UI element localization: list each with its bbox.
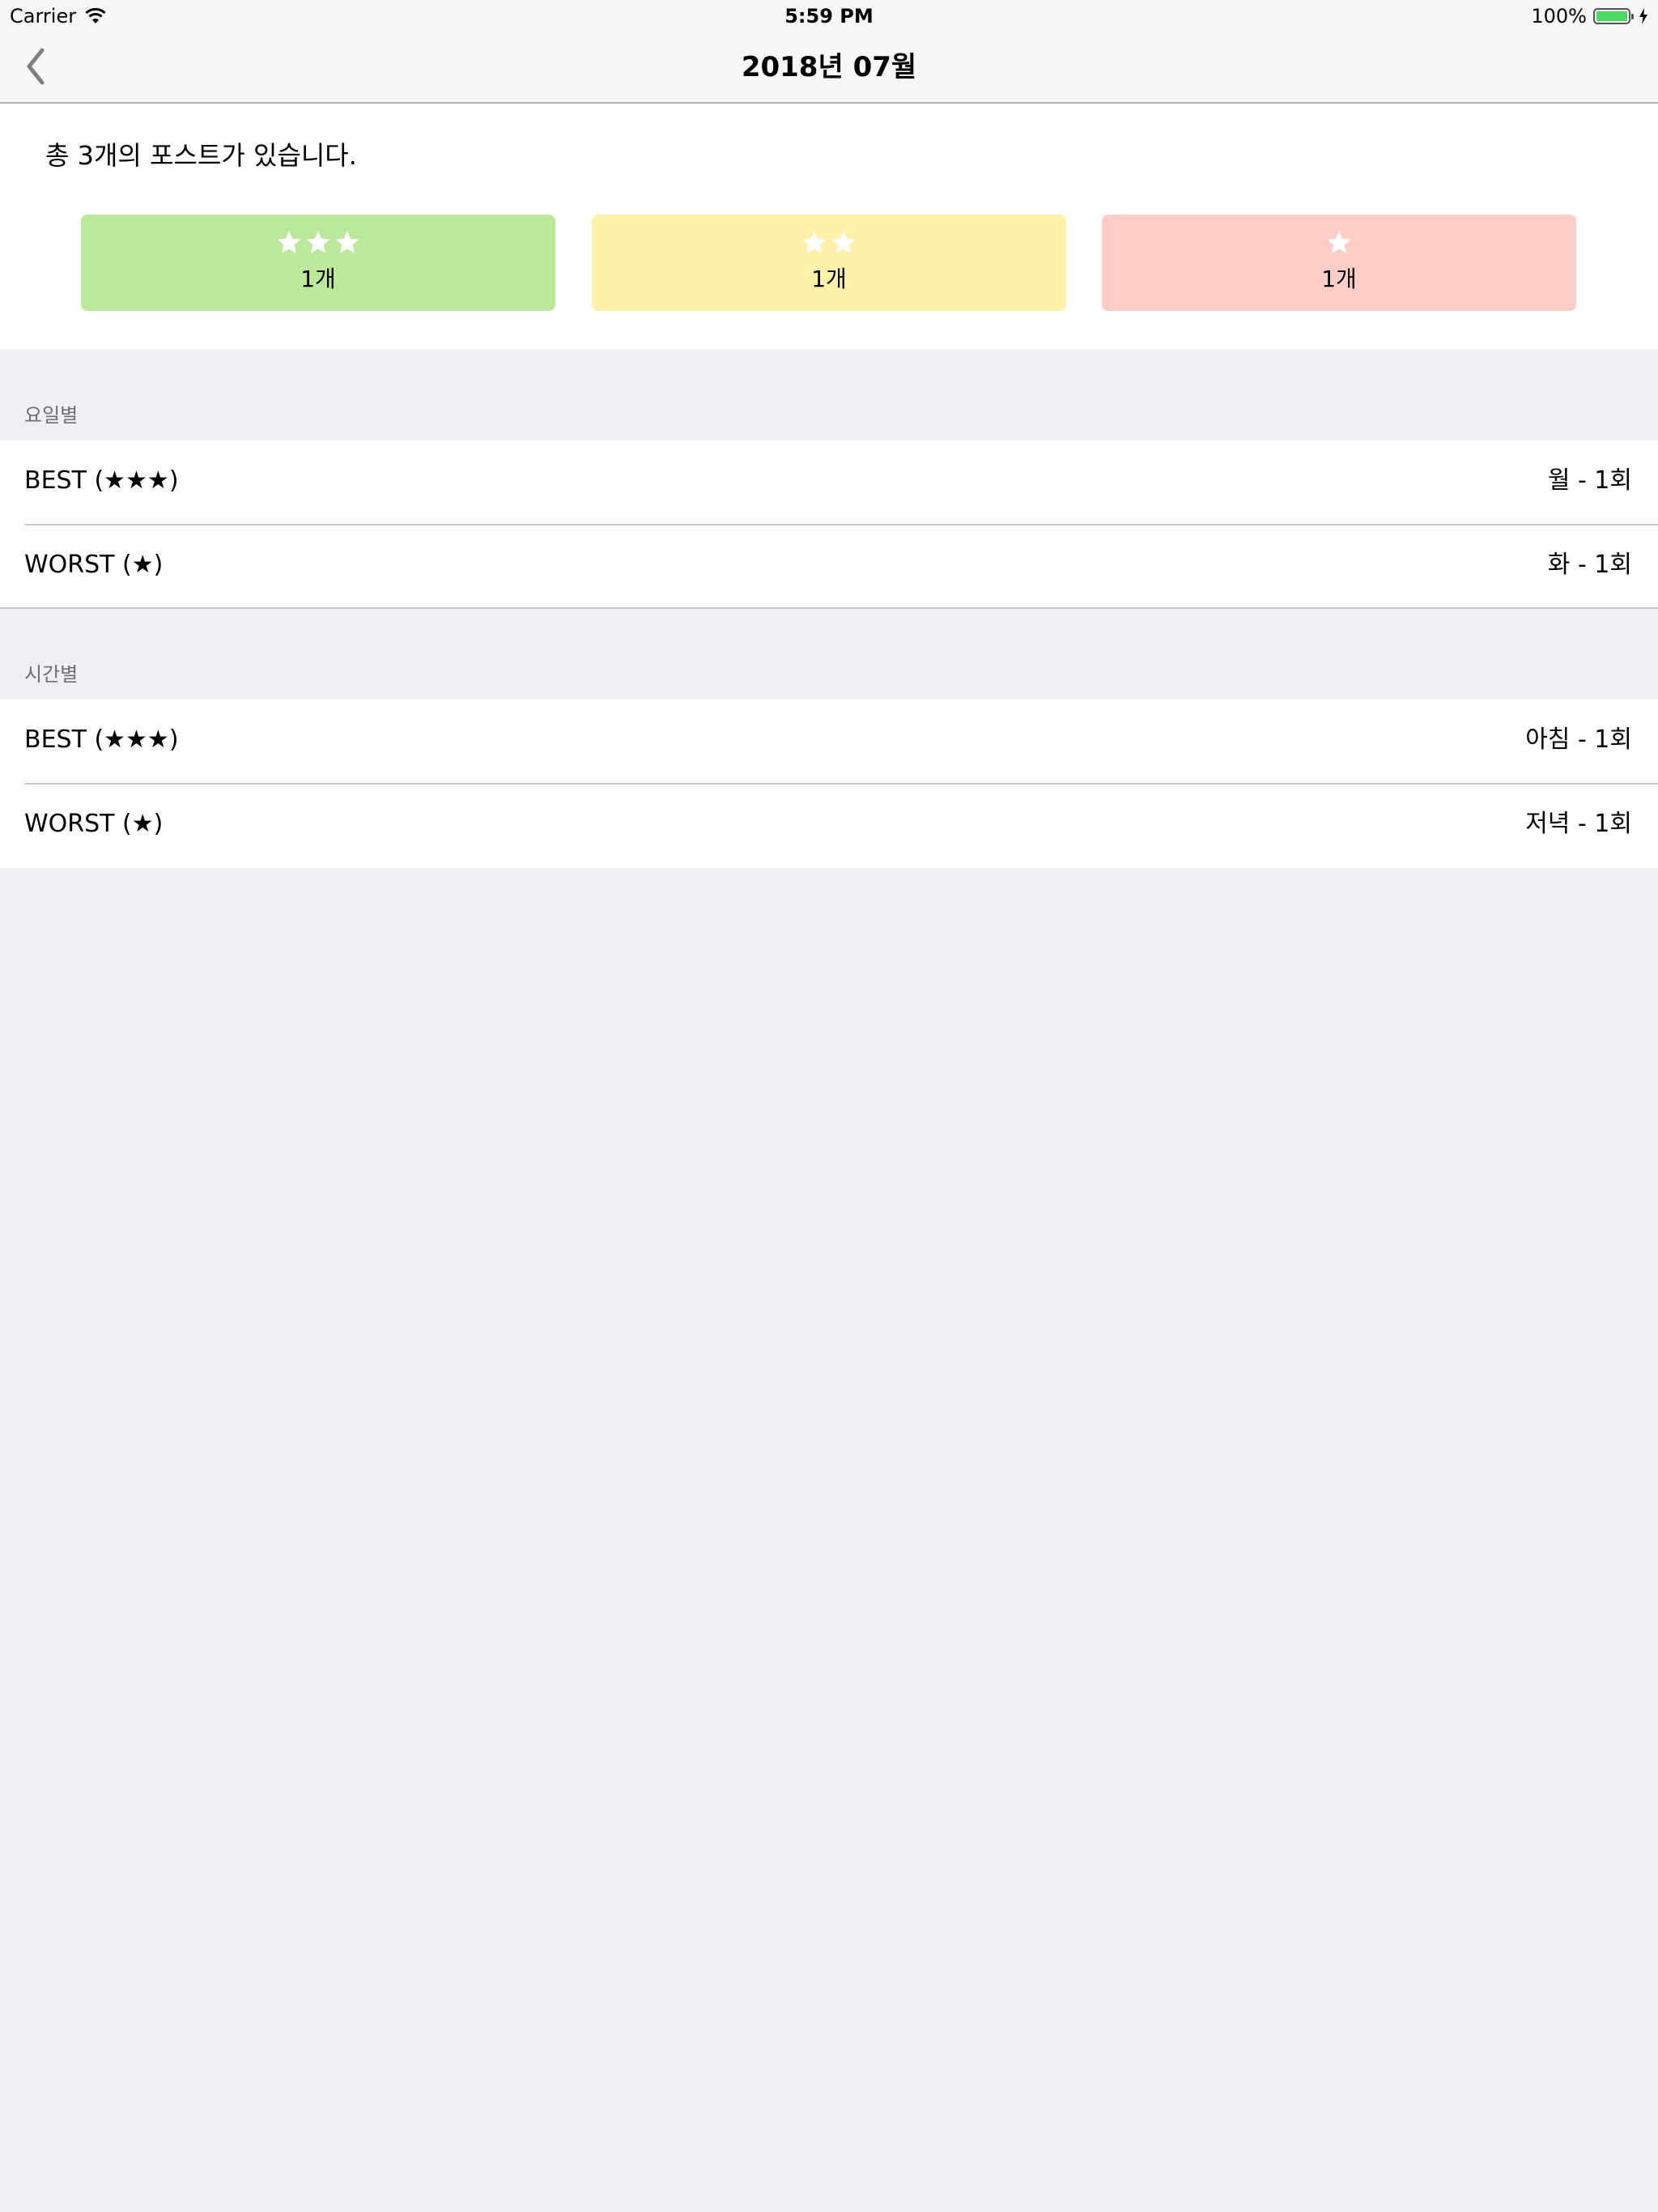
battery-fill: [1596, 11, 1627, 21]
status-time: 5:59 PM: [784, 5, 874, 28]
battery-icon: [1593, 8, 1634, 24]
time-stats-group: BEST (★★★) 아침 - 1회 WORST (★) 저녁 - 1회: [0, 700, 1658, 868]
rating-count: 1개: [1321, 266, 1357, 292]
section-header-time: 시간별: [24, 663, 79, 686]
row-label: BEST (★★★): [24, 725, 179, 754]
star-icon: [831, 231, 856, 253]
row-label: BEST (★★★): [24, 466, 179, 495]
charging-bolt-icon: [1639, 8, 1647, 24]
rating-card-three-stars[interactable]: 1개: [81, 215, 555, 311]
time-worst-row[interactable]: WORST (★) 저녁 - 1회: [0, 784, 1658, 868]
star-icon: [277, 231, 301, 253]
status-bar: Carrier 5:59 PM 100%: [0, 0, 1658, 32]
rating-card-one-star[interactable]: 1개: [1102, 215, 1576, 311]
weekday-stats-group: BEST (★★★) 월 - 1회 WORST (★) 화 - 1회: [0, 440, 1658, 609]
row-value: 화 - 1회: [1547, 551, 1632, 579]
time-best-row[interactable]: BEST (★★★) 아침 - 1회: [0, 700, 1658, 784]
rating-count: 1개: [300, 266, 336, 292]
row-value: 저녁 - 1회: [1525, 810, 1632, 838]
star-rating: [1102, 229, 1576, 257]
row-value: 아침 - 1회: [1525, 725, 1632, 754]
star-rating: [81, 229, 555, 257]
battery-percent: 100%: [1531, 5, 1587, 28]
rating-card-two-stars[interactable]: 1개: [592, 215, 1066, 311]
star-icon: [306, 231, 330, 253]
navigation-bar: 2018년 07월: [0, 32, 1658, 104]
star-rating: [592, 229, 1066, 257]
post-count-text: 총 3개의 포스트가 있습니다.: [45, 140, 357, 171]
rating-count: 1개: [811, 266, 847, 292]
star-icon: [335, 231, 359, 253]
weekday-best-row[interactable]: BEST (★★★) 월 - 1회: [0, 440, 1658, 525]
row-label: WORST (★): [24, 551, 164, 579]
section-header-weekday: 요일별: [24, 404, 79, 427]
row-value: 월 - 1회: [1547, 466, 1632, 495]
weekday-worst-row[interactable]: WORST (★) 화 - 1회: [0, 525, 1658, 609]
status-right: 100%: [1531, 4, 1648, 28]
group-divider: [0, 607, 1658, 609]
star-icon: [802, 231, 827, 253]
summary-panel: 총 3개의 포스트가 있습니다. 1개 1개 1개: [0, 104, 1658, 350]
row-label: WORST (★): [24, 810, 164, 838]
page-title: 2018년 07월: [741, 51, 917, 83]
star-icon: [1327, 231, 1351, 253]
